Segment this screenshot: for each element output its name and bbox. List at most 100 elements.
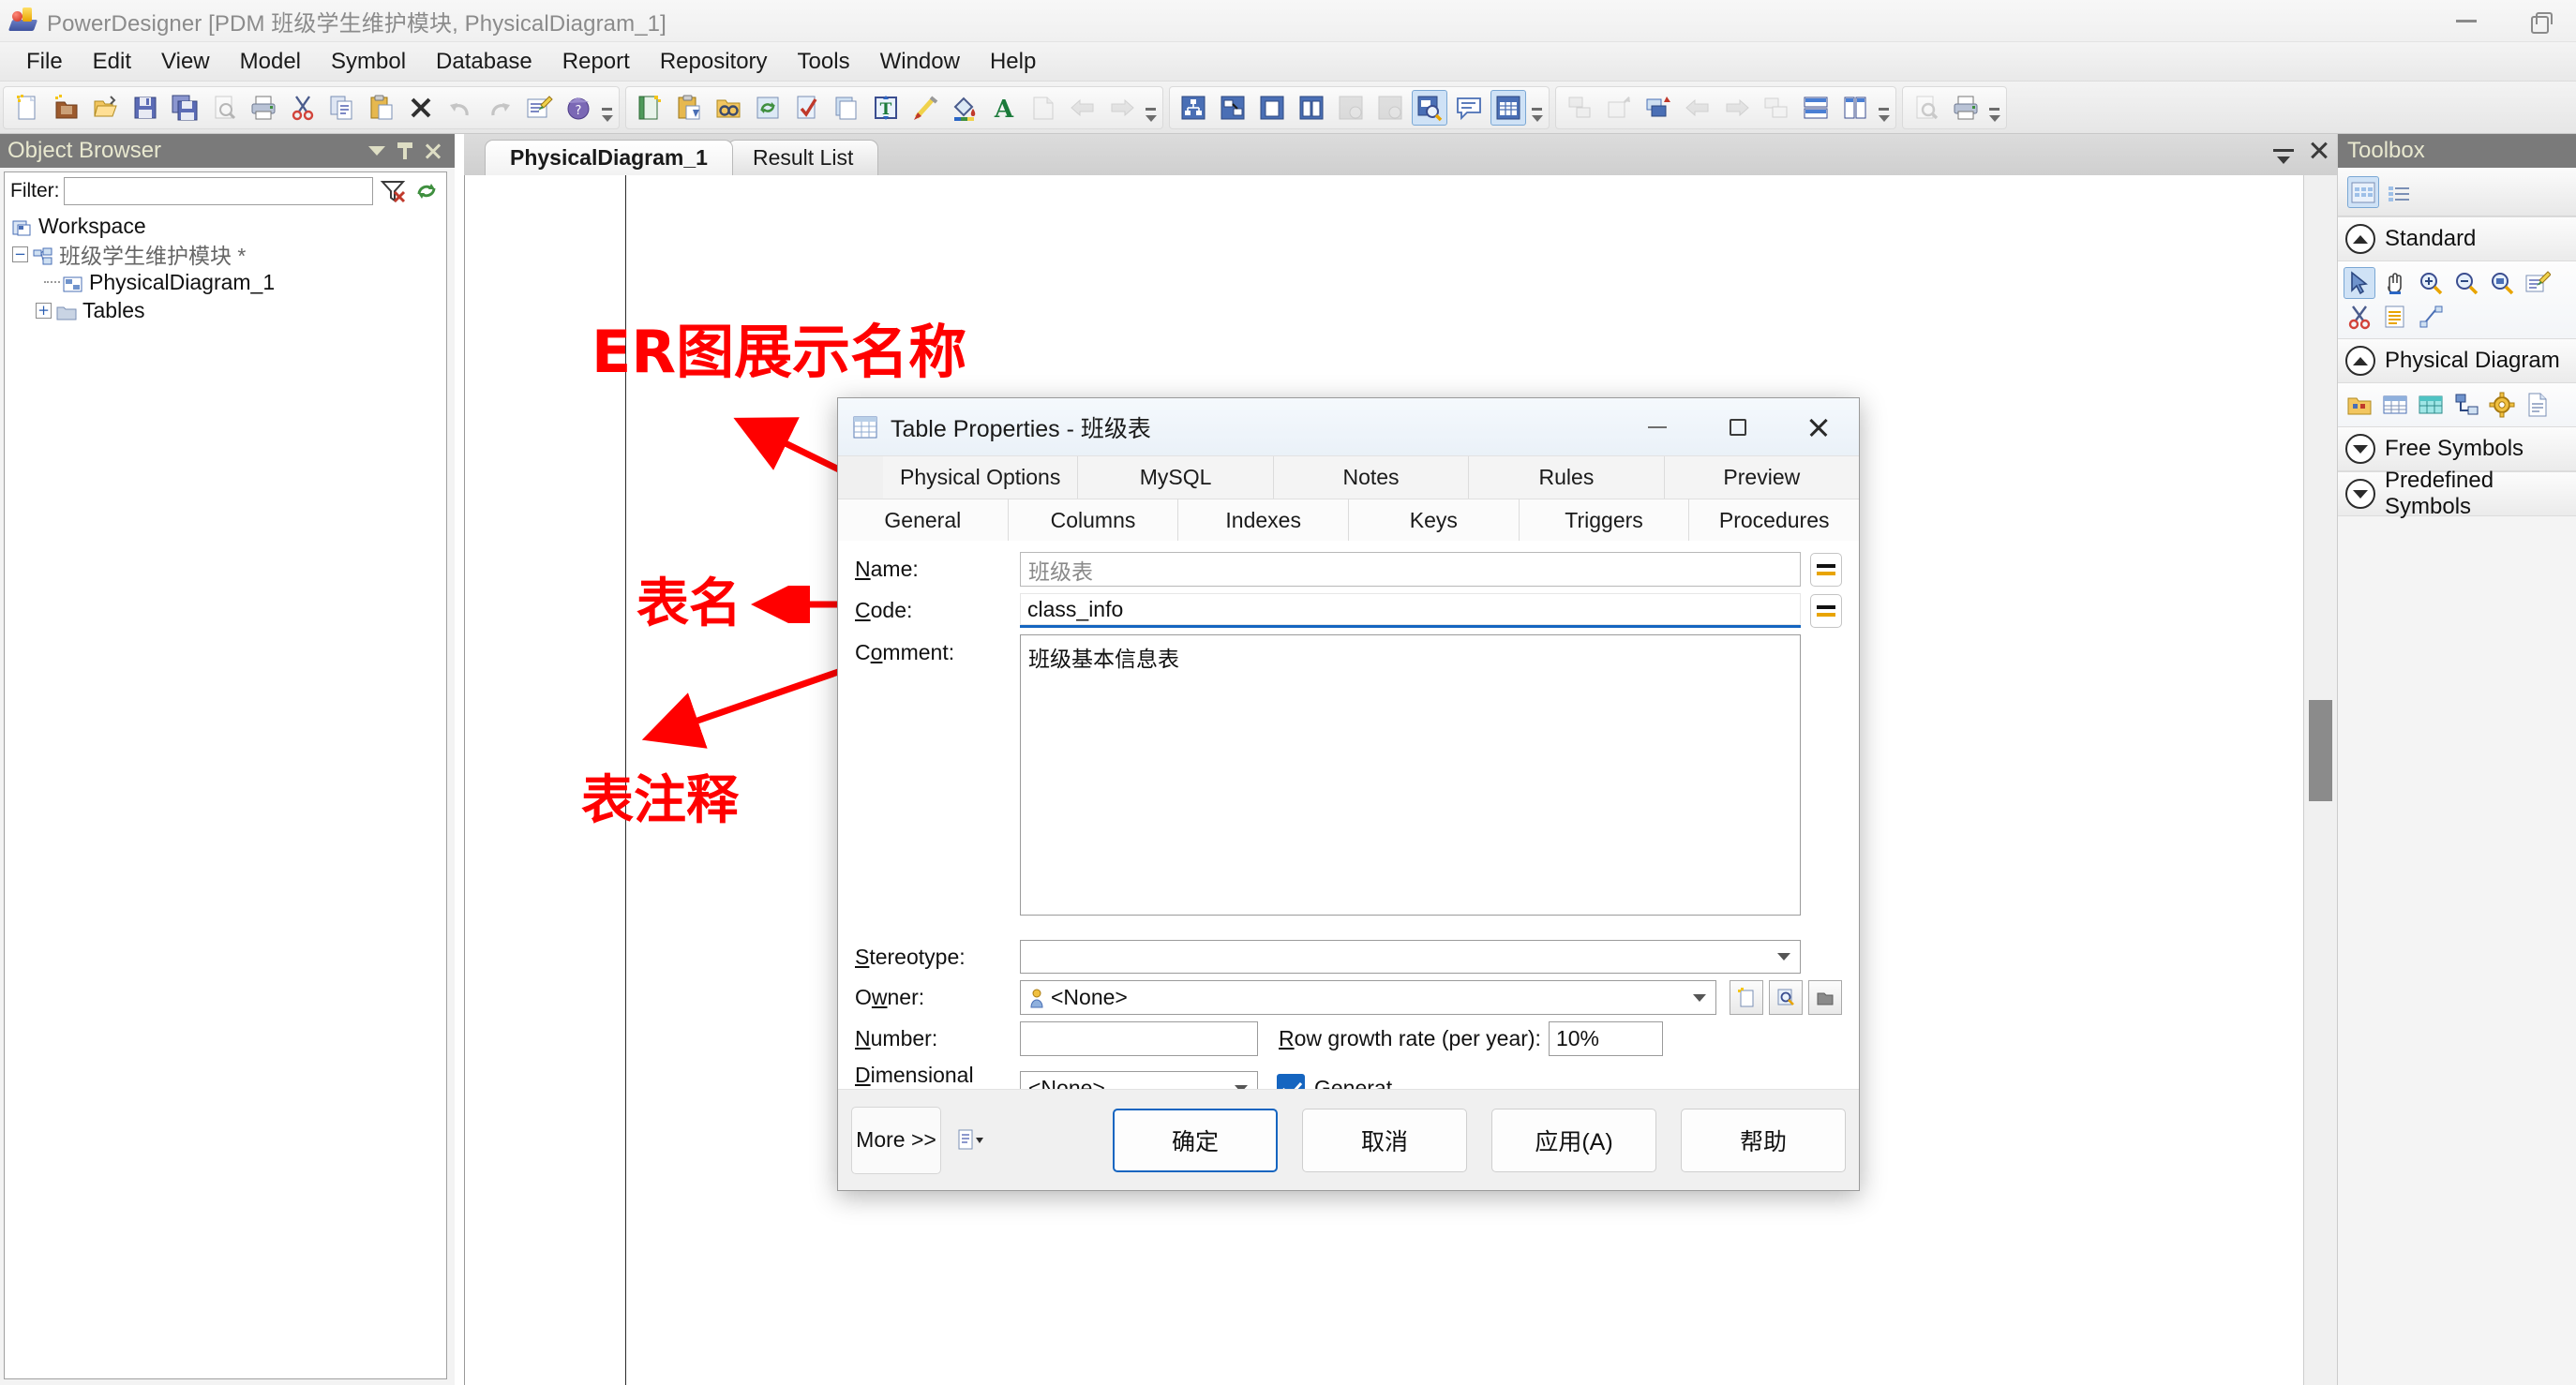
menu-help[interactable]: Help [975, 45, 1051, 79]
page-button[interactable] [829, 90, 864, 126]
restore-button[interactable] [2503, 0, 2576, 42]
menu-window[interactable]: Window [865, 45, 975, 79]
toolbar-overflow-standard[interactable] [600, 89, 613, 127]
tool-procedure[interactable] [2486, 389, 2518, 421]
dialog-tab-preview[interactable]: Preview [1664, 456, 1860, 499]
owner-select-button[interactable] [1808, 980, 1842, 1015]
canvas-vertical-scrollbar[interactable] [2303, 175, 2337, 1385]
group-symbols-button[interactable] [1562, 90, 1597, 126]
tile-symbols-button[interactable] [1759, 90, 1794, 126]
help-button[interactable]: 帮助 [1681, 1108, 1846, 1172]
chevron-down-icon[interactable] [2345, 434, 2375, 464]
toolbox-section-physical-diagram[interactable]: Physical Diagram [2338, 338, 2576, 383]
toolbox-section-predefined-symbols[interactable]: Predefined Symbols [2338, 468, 2576, 519]
print-preview-print-button[interactable] [1948, 90, 1984, 126]
send-back-button[interactable] [1640, 90, 1676, 126]
tool-note-page[interactable] [2379, 301, 2411, 333]
tool-link[interactable] [2415, 301, 2447, 333]
tool-reference[interactable] [2450, 389, 2482, 421]
toolbar-overflow-model[interactable] [1144, 89, 1157, 127]
menu-report[interactable]: Report [547, 45, 645, 79]
dialog-tab-keys[interactable]: Keys [1349, 499, 1520, 541]
object-browser-menu-button[interactable] [363, 137, 391, 165]
row-growth-input[interactable]: 10% [1548, 1021, 1663, 1056]
object-browser-close-button[interactable] [419, 137, 447, 165]
chevron-down-icon[interactable] [2345, 479, 2375, 509]
print-button[interactable] [246, 90, 281, 126]
menu-model[interactable]: Model [225, 45, 316, 79]
toolbox-grid-view-button[interactable] [2347, 175, 2379, 208]
grid-table-button[interactable] [1490, 89, 1526, 126]
refresh-filter-button[interactable] [412, 177, 441, 205]
tree-item-workspace[interactable]: Workspace [12, 212, 446, 240]
tree-item-physicaldiagram[interactable]: PhysicalDiagram_1 [12, 268, 446, 296]
number-input[interactable] [1020, 1021, 1258, 1056]
tool-properties[interactable] [2522, 267, 2554, 299]
name-input[interactable]: 班级表 [1020, 552, 1801, 587]
tool-view[interactable] [2415, 389, 2447, 421]
split-diagram-button[interactable] [1294, 90, 1329, 126]
minimize-button[interactable] [2430, 0, 2503, 42]
preview-button[interactable] [1909, 90, 1944, 126]
fill-color-button[interactable] [947, 90, 982, 126]
tool-file[interactable] [2522, 389, 2554, 421]
owner-properties-button[interactable] [1769, 980, 1803, 1015]
dialog-minimize-button[interactable] [1617, 398, 1698, 456]
tile-horizontal-button[interactable] [1798, 90, 1834, 126]
align-right-button[interactable] [1719, 90, 1755, 126]
generate-pdm-button[interactable] [1372, 90, 1408, 126]
dialog-tab-indexes[interactable]: Indexes [1178, 499, 1350, 541]
save-all-button[interactable] [167, 90, 202, 126]
toolbox-section-free-symbols[interactable]: Free Symbols [2338, 426, 2576, 471]
dialog-tab-rules[interactable]: Rules [1469, 456, 1665, 499]
redo-button[interactable] [482, 90, 517, 126]
tree-item-model[interactable]: − 班级学生维护模块 * [12, 240, 446, 268]
menu-tools[interactable]: Tools [783, 45, 865, 79]
tool-table[interactable] [2379, 389, 2411, 421]
tool-scissors[interactable] [2344, 301, 2375, 333]
properties-button[interactable] [521, 90, 557, 126]
ok-button[interactable]: 确定 [1113, 1108, 1278, 1172]
apply-button[interactable]: 应用(A) [1491, 1108, 1656, 1172]
chevron-up-icon[interactable] [2345, 224, 2375, 254]
align-left-button[interactable] [1680, 90, 1715, 126]
new-diagram-button[interactable] [1254, 90, 1290, 126]
delete-button[interactable] [403, 90, 439, 126]
menu-database[interactable]: Database [421, 45, 547, 79]
dialog-tab-notes[interactable]: Notes [1273, 456, 1470, 499]
tool-hand[interactable] [2379, 267, 2411, 299]
dialog-tab-physical-options[interactable]: Physical Options [883, 456, 1079, 499]
name-equals-button[interactable] [1810, 552, 1842, 587]
note-button[interactable] [1026, 90, 1061, 126]
dialog-tab-triggers[interactable]: Triggers [1519, 499, 1690, 541]
tree-item-tables[interactable]: + Tables [12, 296, 446, 324]
menu-symbol[interactable]: Symbol [316, 45, 421, 79]
toolbox-list-view-button[interactable] [2383, 176, 2415, 208]
toolbar-overflow-layout[interactable] [1877, 89, 1890, 127]
dialog-maximize-button[interactable] [1698, 398, 1778, 456]
object-browser-pin-button[interactable] [391, 137, 419, 165]
bring-front-button[interactable] [1601, 90, 1637, 126]
refresh-button[interactable] [750, 90, 786, 126]
toolbar-overflow-diagram[interactable] [1530, 89, 1543, 127]
dialog-tab-columns[interactable]: Columns [1008, 499, 1179, 541]
new-report-button[interactable] [632, 90, 667, 126]
dialog-tab-procedures[interactable]: Procedures [1689, 499, 1860, 541]
clear-filter-button[interactable] [379, 177, 407, 205]
check-model-button[interactable] [789, 90, 825, 126]
code-equals-button[interactable] [1810, 593, 1842, 628]
copy-button[interactable] [324, 90, 360, 126]
filter-input[interactable] [63, 177, 373, 205]
stereotype-combobox[interactable] [1020, 940, 1801, 974]
window-close-icon[interactable] [2309, 140, 2329, 160]
tab-result-list[interactable]: Result List [726, 140, 879, 175]
save-button[interactable] [127, 90, 163, 126]
dialog-close-button[interactable] [1778, 398, 1859, 456]
tool-package[interactable] [2344, 389, 2375, 421]
paste-special-button[interactable] [671, 90, 707, 126]
next-arrow-button[interactable] [1104, 90, 1140, 126]
tree-expander-expand[interactable]: + [36, 302, 52, 319]
tool-zoom-out[interactable] [2450, 267, 2482, 299]
tool-zoom-in[interactable] [2415, 267, 2447, 299]
menu-view[interactable]: View [146, 45, 225, 79]
